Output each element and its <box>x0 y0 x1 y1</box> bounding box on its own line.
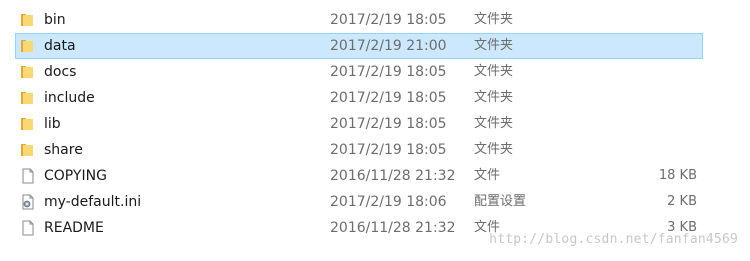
file-name: bin <box>44 12 66 28</box>
folder-icon <box>19 142 37 158</box>
file-row-selected[interactable]: data 2017/2/19 21:00 文件夹 <box>0 33 750 59</box>
file-date: 2017/2/19 21:00 <box>330 38 447 54</box>
file-icon <box>19 220 37 236</box>
file-name: include <box>44 90 95 106</box>
file-size: 2 KB <box>667 194 697 209</box>
file-name: README <box>44 220 104 236</box>
file-row[interactable]: share 2017/2/19 18:05 文件夹 <box>0 137 750 163</box>
file-date: 2016/11/28 21:32 <box>330 168 456 184</box>
file-date: 2017/2/19 18:05 <box>330 90 447 106</box>
folder-icon <box>19 12 37 28</box>
file-type: 文件夹 <box>474 38 514 53</box>
file-list: bin 2017/2/19 18:05 文件夹 data 2017/2/19 2… <box>0 7 750 241</box>
file-row[interactable]: COPYING 2016/11/28 21:32 文件 18 KB <box>0 163 750 189</box>
file-type: 文件 <box>474 168 501 183</box>
file-name: data <box>44 38 76 54</box>
file-type: 配置设置 <box>474 194 527 209</box>
folder-icon <box>19 90 37 106</box>
folder-icon <box>19 38 37 54</box>
file-name: docs <box>44 64 77 80</box>
file-type: 文件夹 <box>474 90 514 105</box>
file-type: 文件夹 <box>474 12 514 27</box>
file-size: 18 KB <box>658 168 697 183</box>
file-row[interactable]: docs 2017/2/19 18:05 文件夹 <box>0 59 750 85</box>
file-date: 2016/11/28 21:32 <box>330 220 456 236</box>
folder-icon <box>19 64 37 80</box>
file-row[interactable]: my-default.ini 2017/2/19 18:06 配置设置 2 KB <box>0 189 750 215</box>
file-row[interactable]: include 2017/2/19 18:05 文件夹 <box>0 85 750 111</box>
file-type: 文件夹 <box>474 116 514 131</box>
file-name: share <box>44 142 83 158</box>
file-row[interactable]: bin 2017/2/19 18:05 文件夹 <box>0 7 750 33</box>
file-date: 2017/2/19 18:06 <box>330 194 447 210</box>
file-name: my-default.ini <box>44 194 142 210</box>
file-type: 文件夹 <box>474 142 514 157</box>
file-icon <box>19 168 37 184</box>
file-row[interactable]: lib 2017/2/19 18:05 文件夹 <box>0 111 750 137</box>
file-date: 2017/2/19 18:05 <box>330 116 447 132</box>
folder-icon <box>19 116 37 132</box>
file-name: COPYING <box>44 168 107 184</box>
settings-file-icon <box>19 194 37 210</box>
file-date: 2017/2/19 18:05 <box>330 64 447 80</box>
file-type: 文件夹 <box>474 64 514 79</box>
file-date: 2017/2/19 18:05 <box>330 12 447 28</box>
file-name: lib <box>44 116 61 132</box>
file-date: 2017/2/19 18:05 <box>330 142 447 158</box>
watermark-text: http://blog.csdn.net/fanfan4569 <box>489 232 738 247</box>
